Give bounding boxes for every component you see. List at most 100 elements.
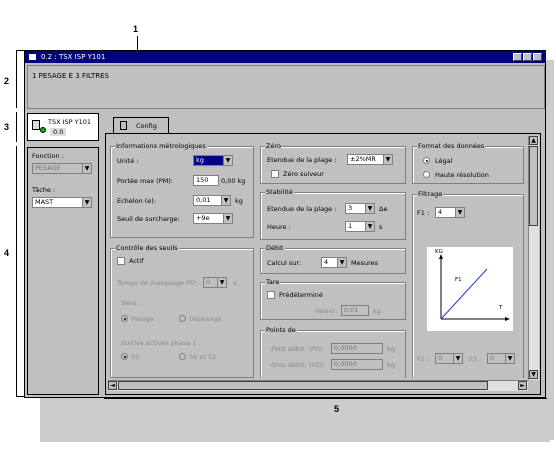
stab-time-select[interactable]: 1 ▼ bbox=[345, 221, 375, 232]
tare-title: Tare bbox=[265, 278, 281, 286]
s0-radio[interactable] bbox=[121, 353, 128, 360]
stab-time-unit: s bbox=[379, 223, 383, 231]
stab-time-label: Heure : bbox=[267, 223, 291, 231]
f2-select[interactable]: 0 ▼ bbox=[435, 353, 463, 364]
tare-preset-checkbox[interactable] bbox=[267, 291, 275, 299]
chevron-down-icon: ▼ bbox=[223, 156, 232, 165]
tare-value-input[interactable]: 0,01 bbox=[341, 305, 369, 316]
vertical-scroll-thumb[interactable] bbox=[529, 146, 538, 226]
minimize-icon[interactable] bbox=[513, 53, 522, 61]
points-group: Points de Petit débit: (PD) 0,0000 kg Gr… bbox=[260, 326, 406, 378]
window-icon bbox=[29, 54, 36, 60]
chart-f1-line bbox=[440, 268, 488, 320]
unweighing-radio[interactable] bbox=[179, 315, 186, 322]
thresholds-group: Contrôle des seuils Actif Temps de masqu… bbox=[110, 244, 254, 378]
maximize-icon[interactable] bbox=[523, 53, 532, 61]
window-title: 0.2 : TSX ISP Y101 bbox=[41, 53, 106, 61]
callout-5: 5 bbox=[334, 404, 340, 414]
bracket-3 bbox=[16, 112, 17, 142]
f1-value: 4 bbox=[438, 208, 443, 216]
zero-follower-checkbox[interactable] bbox=[271, 170, 279, 178]
tare-preset-label: Prédéterminé bbox=[279, 291, 323, 299]
task-value: MAST bbox=[35, 198, 54, 206]
thresholds-title: Contrôle des seuils bbox=[115, 244, 179, 252]
chevron-down-icon: ▼ bbox=[337, 258, 346, 267]
zero-group: Zéro Etendue de la plage : ±2%MR ▼ Zéro s… bbox=[260, 142, 406, 184]
chart-x-label: T bbox=[499, 305, 503, 311]
chart-line-label: F1 bbox=[455, 277, 462, 283]
f1-label: F1 : bbox=[417, 209, 430, 217]
range-input[interactable]: 150 bbox=[193, 175, 219, 186]
task-select[interactable]: MAST ▼ bbox=[32, 197, 92, 208]
f3-label: F3 : bbox=[469, 355, 482, 363]
highres-radio[interactable] bbox=[423, 171, 430, 178]
unit-label: Unité : bbox=[117, 157, 139, 165]
tare-value-unit: kg bbox=[373, 307, 381, 315]
chart-x-arrow bbox=[505, 317, 510, 321]
scroll-down-icon[interactable]: ▼ bbox=[529, 370, 538, 379]
f3-select[interactable]: 0 ▼ bbox=[487, 353, 515, 364]
zero-range-value: ±2%MR bbox=[350, 155, 376, 163]
zero-range-select[interactable]: ±2%MR ▼ bbox=[347, 154, 393, 165]
f1-select[interactable]: 4 ▼ bbox=[435, 207, 465, 218]
chevron-down-icon: ▼ bbox=[217, 278, 226, 287]
active-checkbox[interactable] bbox=[117, 257, 125, 265]
bracket-4-bottom bbox=[16, 396, 24, 397]
mask-time-select[interactable]: 0 ▼ bbox=[203, 277, 227, 288]
close-icon[interactable] bbox=[533, 53, 542, 61]
overload-label: Seuil de surcharge: bbox=[117, 215, 180, 223]
stability-group: Stabilité Etendue de la plage : 3 ▼ Δe He… bbox=[260, 188, 406, 240]
tab-config-label: Config bbox=[136, 122, 157, 130]
stab-time-value: 1 bbox=[348, 222, 353, 230]
f2-value: 0 bbox=[438, 354, 443, 362]
function-select[interactable]: PESAGE ▼ bbox=[32, 163, 92, 174]
overload-value: +9e bbox=[196, 214, 210, 222]
tab-config[interactable]: Config bbox=[113, 117, 169, 133]
tab-icon bbox=[120, 121, 127, 130]
callout-2: 2 bbox=[4, 76, 10, 86]
overload-select[interactable]: +9e ▼ bbox=[193, 213, 233, 224]
step-select[interactable]: 0,01 ▼ bbox=[193, 195, 231, 206]
bracket-4 bbox=[16, 146, 17, 396]
chevron-down-icon: ▼ bbox=[453, 354, 462, 363]
unit-select[interactable]: kg ▼ bbox=[193, 155, 233, 166]
mask-time-label: Temps de masquage PD: bbox=[117, 279, 198, 287]
scroll-right-icon[interactable]: ► bbox=[518, 381, 527, 390]
step-label: Echelon (e): bbox=[117, 197, 157, 205]
f3-value: 0 bbox=[490, 354, 495, 362]
format-title: Format des données bbox=[417, 142, 486, 150]
function-panel: Fonction : PESAGE ▼ Tâche : MAST ▼ bbox=[27, 147, 99, 395]
chart-y-label: KG bbox=[435, 249, 443, 255]
unit-value: kg bbox=[196, 156, 204, 164]
horizontal-scroll-thumb[interactable] bbox=[118, 381, 488, 390]
chevron-down-icon: ▼ bbox=[383, 155, 392, 164]
mask-time-value: 0 bbox=[206, 278, 211, 286]
legal-label: Légal bbox=[435, 157, 453, 165]
callout-4: 4 bbox=[4, 248, 10, 258]
active-label: Actif bbox=[129, 257, 144, 265]
module-box[interactable]: TSX ISP Y101 0.0 bbox=[27, 113, 99, 141]
module-description[interactable]: 1 PESAGE E 3 FILTRES bbox=[27, 65, 545, 109]
module-window: 0.2 : TSX ISP Y101 1 PESAGE E 3 FILTRES … bbox=[24, 50, 546, 398]
vertical-scrollbar[interactable]: ▲ ▼ bbox=[528, 136, 539, 380]
legal-radio[interactable] bbox=[423, 157, 430, 164]
weighing-radio[interactable] bbox=[121, 315, 128, 322]
horizontal-scrollbar[interactable]: ◄ ► bbox=[108, 380, 528, 391]
module-icon bbox=[32, 120, 40, 130]
points-large-input[interactable]: 0,0000 bbox=[331, 359, 383, 370]
scroll-left-icon[interactable]: ◄ bbox=[108, 381, 117, 390]
s0-label: S0 bbox=[131, 353, 140, 361]
chevron-down-icon: ▼ bbox=[223, 214, 232, 223]
chevron-down-icon: ▼ bbox=[505, 354, 514, 363]
rate-calc-select[interactable]: 4 ▼ bbox=[321, 257, 347, 268]
scroll-up-icon[interactable]: ▲ bbox=[529, 136, 538, 145]
s0s1-radio[interactable] bbox=[179, 353, 186, 360]
stability-title: Stabilité bbox=[265, 188, 294, 196]
bracket-2 bbox=[16, 50, 17, 108]
zero-follower-label: Zéro suiveur bbox=[283, 170, 324, 178]
points-small-input[interactable]: 0,0000 bbox=[331, 343, 383, 354]
zero-title: Zéro bbox=[265, 142, 282, 150]
tare-group: Tare Prédéterminé Valeur: 0,01 kg bbox=[260, 278, 406, 320]
config-panel: Informations métrologiques Unité : kg ▼ P… bbox=[105, 133, 541, 395]
stab-range-select[interactable]: 3 ▼ bbox=[345, 203, 375, 214]
